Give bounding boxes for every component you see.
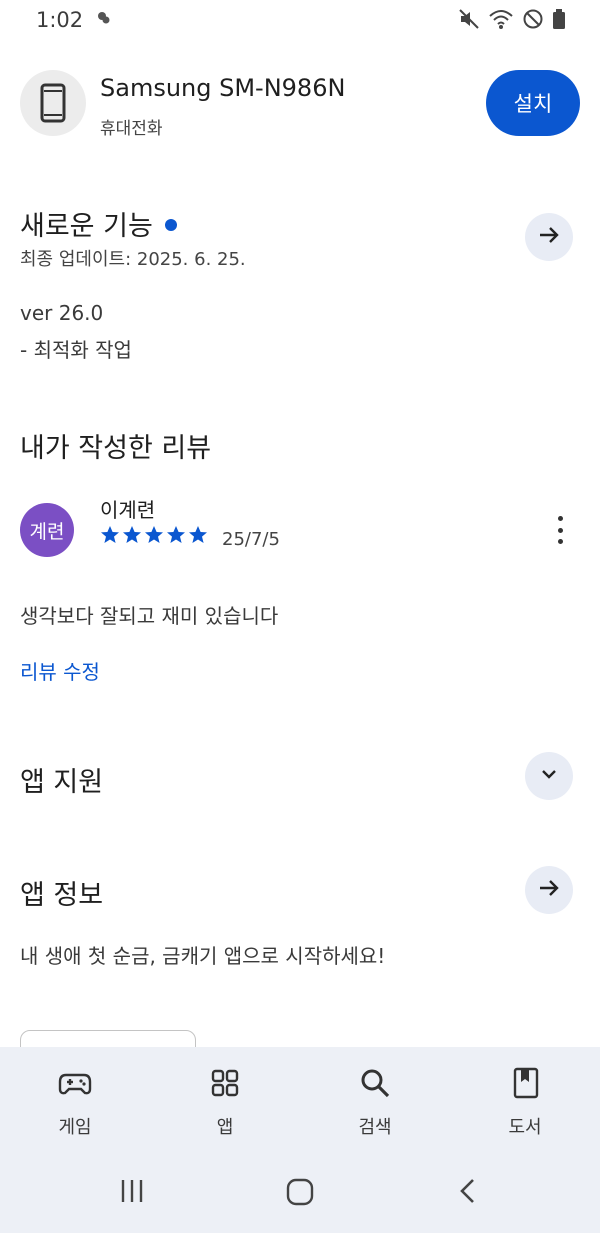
- nav-label-apps: 앱: [216, 1117, 234, 1138]
- new-indicator-dot: [164, 218, 177, 231]
- review-text: 생각보다 잘되고 재미 있습니다: [20, 604, 279, 628]
- whats-new-arrow-button[interactable]: [525, 213, 573, 261]
- device-name: Samsung SM-N986N: [100, 74, 346, 102]
- app-support-expand-button[interactable]: [525, 752, 573, 800]
- app-description: 내 생애 첫 순금, 금캐기 앱으로 시작하세요!: [20, 944, 386, 968]
- review-date: 25/7/5: [222, 529, 280, 550]
- last-updated: 최종 업데이트: 2025. 6. 25.: [20, 249, 246, 270]
- nav-label-search: 검색: [358, 1117, 392, 1138]
- battery-icon: [552, 8, 566, 34]
- nav-item-games[interactable]: 게임: [25, 1065, 125, 1139]
- install-button[interactable]: 설치: [486, 70, 580, 136]
- status-bar: 1:02: [0, 0, 600, 44]
- nav-item-books[interactable]: 도서: [475, 1065, 575, 1139]
- arrow-right-icon: [537, 223, 561, 251]
- star-rating: [100, 525, 208, 545]
- version-text: ver 26.0: [20, 301, 104, 325]
- whats-new-title: 새로운 기능: [20, 204, 177, 243]
- more-options-icon[interactable]: [548, 512, 572, 548]
- app-info-title: 앱 정보: [20, 880, 104, 911]
- app-info-arrow-button[interactable]: [525, 866, 573, 914]
- star-icon: [189, 526, 207, 543]
- phone-icon: [20, 70, 86, 136]
- system-nav-bar: [0, 1151, 600, 1233]
- home-icon[interactable]: [285, 1177, 315, 1211]
- star-icon: [167, 526, 185, 543]
- status-icons: [458, 8, 566, 34]
- do-not-disturb-icon: [522, 8, 544, 34]
- edit-review-link[interactable]: 리뷰 수정: [20, 656, 100, 685]
- gamepad-icon: [25, 1065, 125, 1101]
- reviewer-name: 이계련: [100, 498, 156, 522]
- book-icon: [475, 1065, 575, 1101]
- nav-label-games: 게임: [58, 1117, 92, 1138]
- status-time: 1:02: [36, 8, 84, 32]
- star-icon: [145, 526, 163, 543]
- nav-item-search[interactable]: 검색: [325, 1065, 425, 1139]
- chat-icon: [97, 10, 111, 29]
- star-icon: [123, 526, 141, 543]
- nav-label-books: 도서: [508, 1117, 542, 1138]
- device-row: Samsung SM-N986N 휴대전화 설치: [20, 70, 580, 139]
- wifi-icon: [488, 8, 514, 34]
- back-icon[interactable]: [456, 1177, 480, 1209]
- avatar: 계련: [20, 503, 74, 557]
- bottom-nav: 게임 앱 검색 도서: [0, 1047, 600, 1151]
- recent-apps-icon[interactable]: [118, 1177, 146, 1209]
- arrow-right-icon: [537, 876, 561, 904]
- mute-icon: [458, 8, 480, 34]
- nav-item-apps[interactable]: 앱: [175, 1065, 275, 1139]
- release-notes: - 최적화 작업: [20, 338, 132, 362]
- chevron-down-icon: [538, 763, 560, 789]
- app-support-title: 앱 지원: [20, 767, 104, 798]
- search-icon: [325, 1065, 425, 1101]
- star-icon: [101, 526, 119, 543]
- whats-new-title-text: 새로운 기능: [20, 211, 153, 242]
- my-review-title: 내가 작성한 리뷰: [20, 433, 212, 464]
- apps-grid-icon: [175, 1065, 275, 1101]
- device-type: 휴대전화: [100, 119, 163, 139]
